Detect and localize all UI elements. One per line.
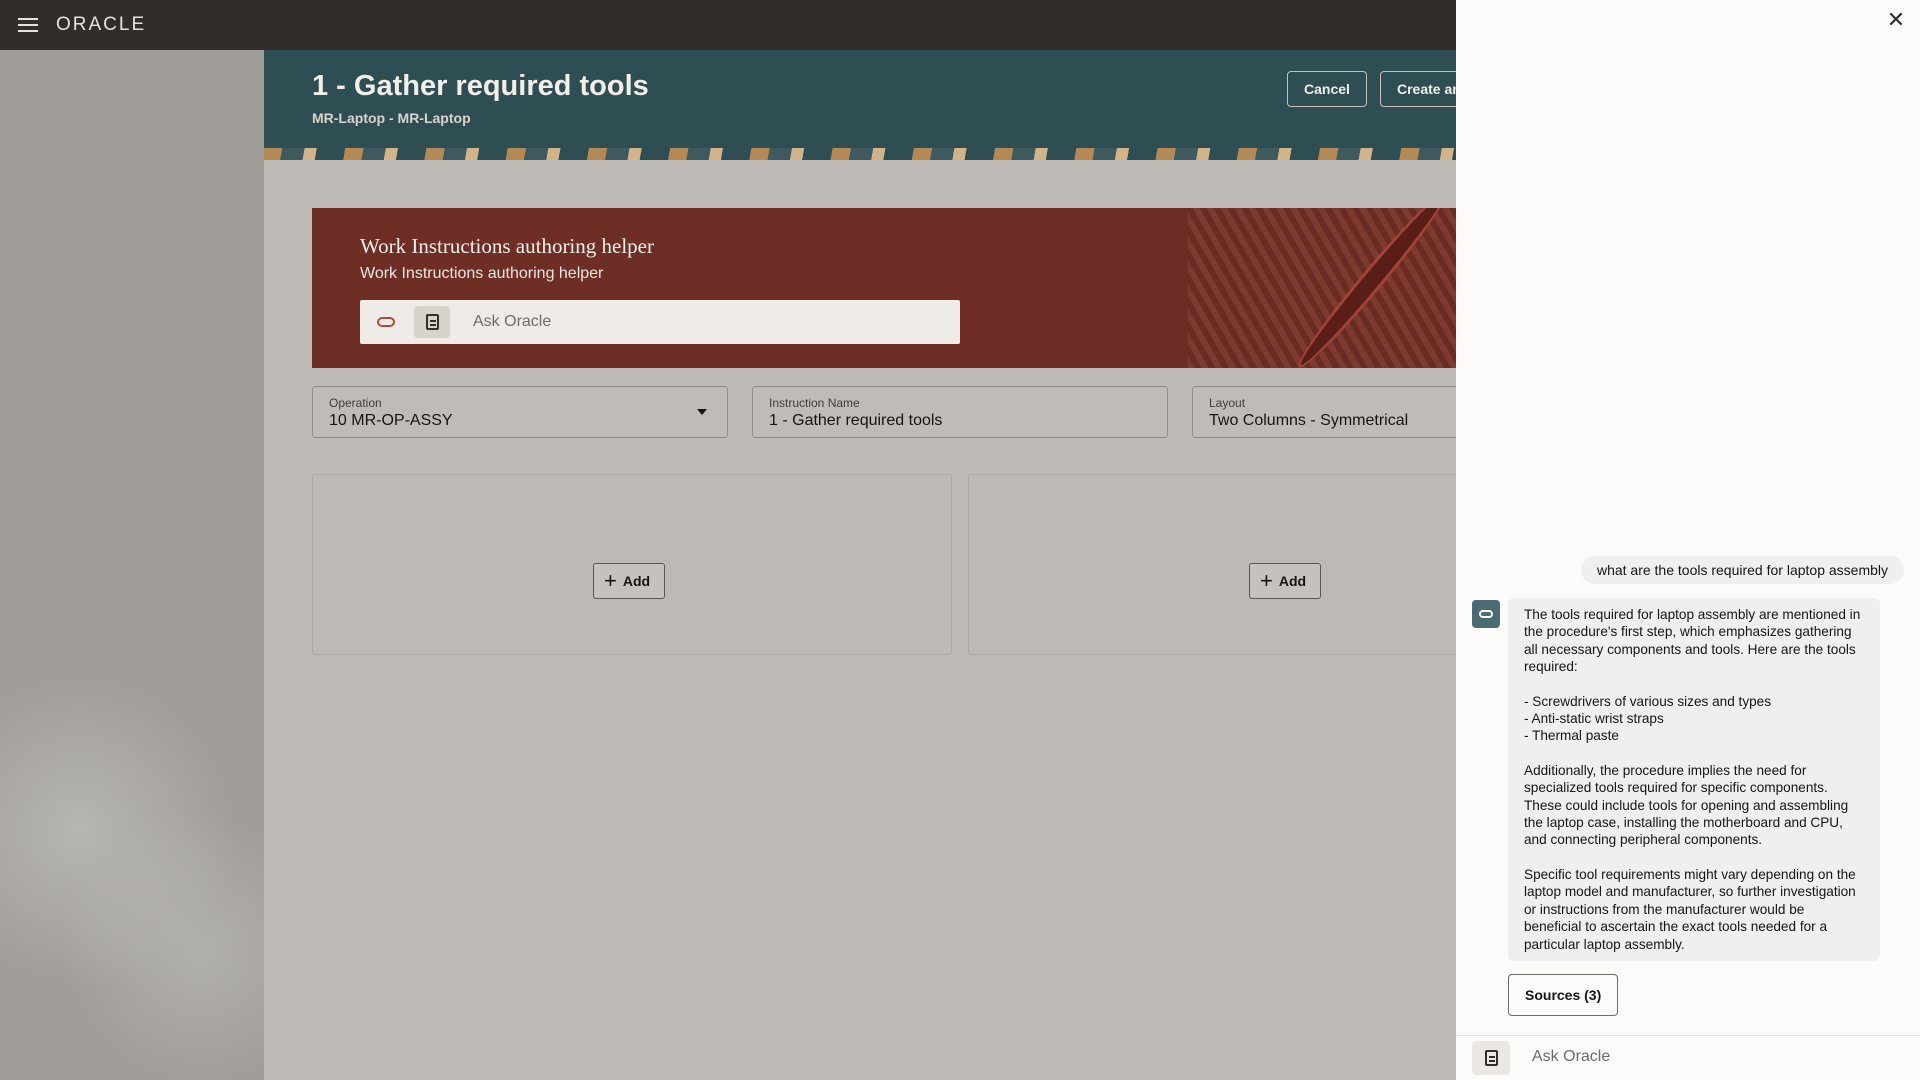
ask-oracle-input[interactable]: Ask Oracle bbox=[1532, 1048, 1610, 1066]
instruction-name-value: 1 - Gather required tools bbox=[769, 412, 943, 429]
helper-ask-bar[interactable]: Ask Oracle bbox=[360, 300, 960, 344]
oracle-brand-logo: ORACLE bbox=[56, 14, 147, 35]
plus-icon: + bbox=[1260, 568, 1273, 593]
operation-label: Operation bbox=[329, 396, 382, 410]
assistant-paragraph: The tools required for laptop assembly a… bbox=[1524, 607, 1861, 675]
assistant-paragraph: Additionally, the procedure implies the … bbox=[1524, 762, 1849, 848]
oracle-logo-icon bbox=[1479, 610, 1493, 618]
assistant-paragraph: Specific tool requirements might vary de… bbox=[1524, 866, 1856, 952]
helper-ask-input[interactable]: Ask Oracle bbox=[473, 313, 551, 331]
helper-title: Work Instructions authoring helper bbox=[360, 234, 654, 258]
banner-illustration bbox=[1188, 208, 1456, 368]
layout-column-2: + Add bbox=[968, 474, 1456, 655]
sources-button[interactable]: Sources (3) bbox=[1508, 974, 1619, 1016]
layout-select[interactable]: Layout Two Columns - Symmetrical bbox=[1192, 386, 1456, 438]
document-button[interactable] bbox=[1472, 1041, 1510, 1075]
operation-value: 10 MR-OP-ASSY bbox=[329, 412, 453, 429]
layout-column-1: + Add bbox=[312, 474, 952, 655]
layout-label: Layout bbox=[1209, 396, 1246, 410]
instruction-name-field[interactable]: Instruction Name 1 - Gather required too… bbox=[752, 386, 1168, 438]
oracle-assistant-button[interactable] bbox=[368, 306, 404, 338]
user-message: what are the tools required for laptop a… bbox=[1580, 556, 1904, 584]
assistant-list-item: - Anti-static wrist straps bbox=[1524, 711, 1664, 727]
add-label: Add bbox=[1278, 573, 1307, 589]
add-button-column-1[interactable]: + Add bbox=[593, 563, 666, 599]
assistant-avatar bbox=[1472, 600, 1500, 628]
plus-icon: + bbox=[604, 568, 617, 593]
create-button[interactable]: Create an bbox=[1380, 71, 1456, 107]
assistant-list-item: - Screwdrivers of various sizes and type… bbox=[1524, 693, 1772, 709]
cancel-button[interactable]: Cancel bbox=[1287, 71, 1367, 107]
page-title: 1 - Gather required tools bbox=[312, 70, 649, 102]
dialog-content: Work Instructions authoring helper Work … bbox=[264, 160, 1456, 1080]
assistant-list-item: - Thermal paste bbox=[1524, 728, 1619, 744]
background-overlay bbox=[0, 50, 264, 1080]
instruction-name-label: Instruction Name bbox=[769, 396, 860, 410]
helper-subtitle: Work Instructions authoring helper bbox=[360, 265, 604, 282]
header-decorative-pattern bbox=[264, 148, 1456, 160]
layout-value: Two Columns - Symmetrical bbox=[1209, 412, 1409, 429]
top-bar: ORACLE bbox=[0, 0, 1456, 50]
add-label: Add bbox=[622, 573, 651, 589]
close-icon[interactable]: ✕ bbox=[1884, 8, 1908, 32]
dialog-header: 1 - Gather required tools MR-Laptop - MR… bbox=[264, 50, 1456, 160]
chevron-down-icon[interactable] bbox=[697, 409, 707, 415]
document-button[interactable] bbox=[414, 306, 450, 338]
page-subtitle: MR-Laptop - MR-Laptop bbox=[312, 110, 471, 126]
hamburger-menu-icon[interactable] bbox=[16, 14, 40, 36]
oracle-logo-icon bbox=[377, 317, 395, 327]
document-icon bbox=[1484, 1050, 1498, 1066]
document-icon bbox=[425, 314, 439, 330]
instruction-dialog: 1 - Gather required tools MR-Laptop - MR… bbox=[264, 50, 1456, 1080]
add-button-column-2[interactable]: + Add bbox=[1249, 563, 1322, 599]
authoring-helper-banner: Work Instructions authoring helper Work … bbox=[312, 208, 1456, 368]
assistant-message: The tools required for laptop assembly a… bbox=[1508, 598, 1880, 961]
divider bbox=[1456, 1035, 1920, 1036]
ask-oracle-panel: ✕ what are the tools required for laptop… bbox=[1456, 0, 1920, 1080]
operation-select[interactable]: Operation 10 MR-OP-ASSY bbox=[312, 386, 728, 438]
